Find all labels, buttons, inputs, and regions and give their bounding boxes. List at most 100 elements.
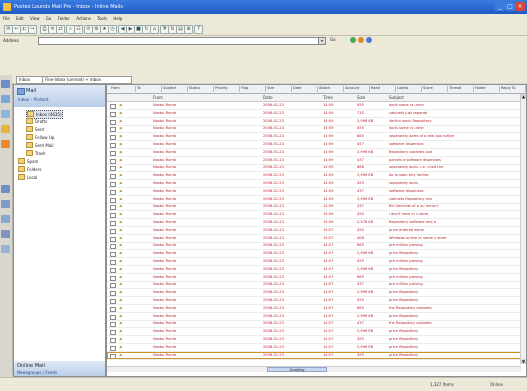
folder-spam[interactable]: Spam: [18, 158, 38, 165]
column-chip[interactable]: Read: [371, 86, 396, 92]
header-size[interactable]: Size: [357, 95, 365, 100]
address-input[interactable]: [38, 37, 324, 45]
flag-icon[interactable]: ⚑: [119, 220, 123, 225]
flag-icon[interactable]: ⚑: [119, 189, 123, 194]
flag-icon[interactable]: ⚑: [119, 259, 123, 264]
column-chip[interactable]: Status: [189, 86, 214, 92]
search-folder-icon[interactable]: [1, 245, 10, 253]
flag-icon[interactable]: ⚑: [119, 173, 123, 178]
folder-follow-up[interactable]: Follow Up: [26, 134, 54, 141]
flag-icon[interactable]: ⚑: [119, 212, 123, 217]
message-row[interactable]: ⚑ Noxbu Rumb 2006-01-23 14:59 437 parcels a s…: [107, 157, 526, 165]
message-row[interactable]: ⚑ Noxbu Rumb 2006-01-23 14:57 455 price Repos…: [107, 297, 526, 305]
column-chip[interactable]: Thread: [449, 86, 474, 92]
folder-sent-mail[interactable]: Sent Mail: [26, 142, 54, 149]
column-chip[interactable]: Subject: [163, 86, 188, 92]
message-row[interactable]: ⚑ Noxbu Rumb 2006-01-23 14:57 685 the Reposit…: [107, 305, 526, 313]
column-chip[interactable]: Account: [345, 86, 370, 92]
scroll-up-icon[interactable]: ▲: [521, 94, 526, 99]
menu-help[interactable]: Help: [113, 16, 122, 21]
notes-icon[interactable]: [1, 140, 10, 148]
tasks-icon[interactable]: [1, 125, 10, 133]
menu-file[interactable]: File: [3, 16, 10, 21]
journal-icon[interactable]: [1, 185, 10, 193]
forward-icon[interactable]: ↪: [28, 25, 37, 34]
tab-filter[interactable]: Fine-Inbox (unread) + mbox: [42, 76, 132, 84]
column-chip[interactable]: Folder: [475, 86, 500, 92]
go-button[interactable]: Go: [330, 37, 336, 42]
close-button[interactable]: ×: [515, 2, 525, 11]
column-chip[interactable]: Size: [267, 86, 292, 92]
message-row[interactable]: ⚑ Noxbu Rumb 2006-01-23 14:59 2,996 KB cabine…: [107, 196, 526, 204]
message-row[interactable]: ⚑ Noxbu Rumb 2006-01-23 14:59 455 doris some …: [107, 125, 526, 134]
flag-icon[interactable]: ⚑: [119, 236, 123, 241]
move-icon[interactable]: ⇄: [56, 25, 65, 34]
message-row[interactable]: ⚑ Noxbu Rumb 2006-01-23 14:59 455 separately …: [107, 180, 526, 188]
flag-icon[interactable]: ⚑: [119, 204, 123, 209]
folder-folders[interactable]: Folders: [18, 166, 41, 173]
message-row[interactable]: ⚑ Noxbu Rumb 2006-01-23 14:57 406 Windows onl…: [107, 235, 526, 243]
message-row[interactable]: ⚑ Noxbu Rumb 2006-01-23 14:57 685 pre-million…: [107, 242, 526, 251]
column-chip[interactable]: Labels: [397, 86, 422, 92]
message-row[interactable]: ⚑ Noxbu Rumb 2006-01-23 14:57 2,996 KB price …: [107, 289, 526, 298]
column-chip[interactable]: Attach: [319, 86, 344, 92]
online-mail-label[interactable]: Online Mail: [17, 363, 45, 369]
flag-icon[interactable]: ⚑: [119, 181, 123, 186]
address-dropdown-icon[interactable]: ▾: [318, 37, 326, 45]
folder-sent[interactable]: Sent: [26, 126, 44, 133]
column-chip[interactable]: Flag: [241, 86, 266, 92]
message-row[interactable]: ⚑ Noxbu Rumb 2006-01-23 14:57 2,996 KB price …: [107, 344, 526, 352]
menu-view[interactable]: View: [30, 16, 40, 21]
message-row[interactable]: ⚑ Noxbu Rumb 2006-01-23 14:59 437 Bin Seconds…: [107, 203, 526, 212]
message-row[interactable]: ⚑ Noxbu Rumb 2006-01-23 14:57 455 price Repos…: [107, 336, 526, 344]
message-row[interactable]: ⚑ Noxbu Rumb 2006-01-23 14:59 2,576 KB Reposi…: [107, 219, 526, 227]
message-row[interactable]: ⚑ Noxbu Rumb 2006-01-23 14:59 2,996 KB Vertir…: [107, 118, 526, 126]
menu-edit[interactable]: Edit: [16, 16, 24, 21]
flag-icon[interactable]: ⚑: [119, 345, 123, 350]
message-row[interactable]: ⚑ Noxbu Rumb 2006-01-23 14:57 437 the Reposit…: [107, 320, 526, 329]
message-row[interactable]: ⚑ Noxbu Rumb 2006-01-23 14:59 735 cabinets ju…: [107, 110, 526, 118]
message-row[interactable]: ⚑ Noxbu Rumb 2006-01-23 14:59 455 i don't hav…: [107, 211, 526, 220]
archive-icon[interactable]: [1, 230, 10, 238]
flag-icon[interactable]: ⚑: [119, 126, 123, 131]
contacts-icon[interactable]: [1, 110, 10, 118]
flag-icon[interactable]: ⚑: [119, 134, 123, 139]
flag-icon[interactable]: ⚑: [119, 314, 123, 319]
menu-go[interactable]: Go: [46, 16, 52, 21]
message-row[interactable]: ⚑ Noxbu Rumb 2006-01-23 14:57 2,996 KB price …: [107, 266, 526, 274]
flag-icon[interactable]: ⚑: [119, 150, 123, 155]
column-chip[interactable]: To: [137, 86, 162, 92]
flag-icon[interactable]: ⚑: [119, 158, 123, 163]
help-icon[interactable]: ?: [194, 25, 203, 34]
menu-tools[interactable]: Tools: [97, 16, 107, 21]
minimize-button[interactable]: _: [495, 2, 505, 11]
refresh-icon[interactable]: [350, 37, 356, 43]
column-chip[interactable]: Priority: [215, 86, 240, 92]
horizontal-scrollbar[interactable]: Scrolling: [107, 366, 521, 372]
mail-icon[interactable]: [1, 80, 10, 88]
address-book-icon[interactable]: ☷: [74, 25, 83, 34]
message-row[interactable]: ⚑ Noxbu Rumb 2006-01-23 14:57 437 pre-million…: [107, 281, 526, 290]
menu-folder[interactable]: Folder: [58, 16, 70, 21]
vertical-scrollbar[interactable]: ▲ ▼: [520, 94, 526, 364]
maximize-button[interactable]: □: [505, 2, 515, 11]
flag-icon[interactable]: ⚑: [119, 267, 123, 272]
column-chip[interactable]: From: [111, 86, 136, 92]
newsgroups-label[interactable]: Newsgroups / Feeds: [17, 370, 57, 375]
flag-icon[interactable]: ⚑: [119, 165, 123, 170]
flag-icon[interactable]: ⚑: [119, 321, 123, 326]
column-chip[interactable]: Reply To: [501, 86, 526, 92]
message-row[interactable]: ⚑ Noxbu Rumb 2006-01-23 14:57 2,996 KB price …: [107, 250, 526, 259]
flag-icon[interactable]: ⚑: [119, 306, 123, 311]
message-row[interactable]: ⚑ Noxbu Rumb 2006-01-23 14:59 688 separately …: [107, 164, 526, 173]
menu-actions[interactable]: Actions: [76, 16, 91, 21]
message-row[interactable]: ⚑ Noxbu Rumb 2006-01-23 14:57 455 pre-million…: [107, 258, 526, 266]
scroll-thumb[interactable]: Scrolling: [267, 367, 327, 372]
history-icon[interactable]: ◷: [108, 25, 117, 34]
message-row[interactable]: ⚑ Noxbu Rumb 2006-01-23 14:59 2,996 KB de lo …: [107, 172, 526, 181]
header-subject[interactable]: Subject: [389, 95, 404, 100]
zoom-icon[interactable]: ⊕: [184, 25, 193, 34]
flag-icon[interactable]: ⚑: [119, 197, 123, 202]
message-row[interactable]: ⚑ Noxbu Rumb 2006-01-23 14:59 457 software di…: [107, 141, 526, 149]
folder-trash[interactable]: Trash: [26, 150, 46, 157]
